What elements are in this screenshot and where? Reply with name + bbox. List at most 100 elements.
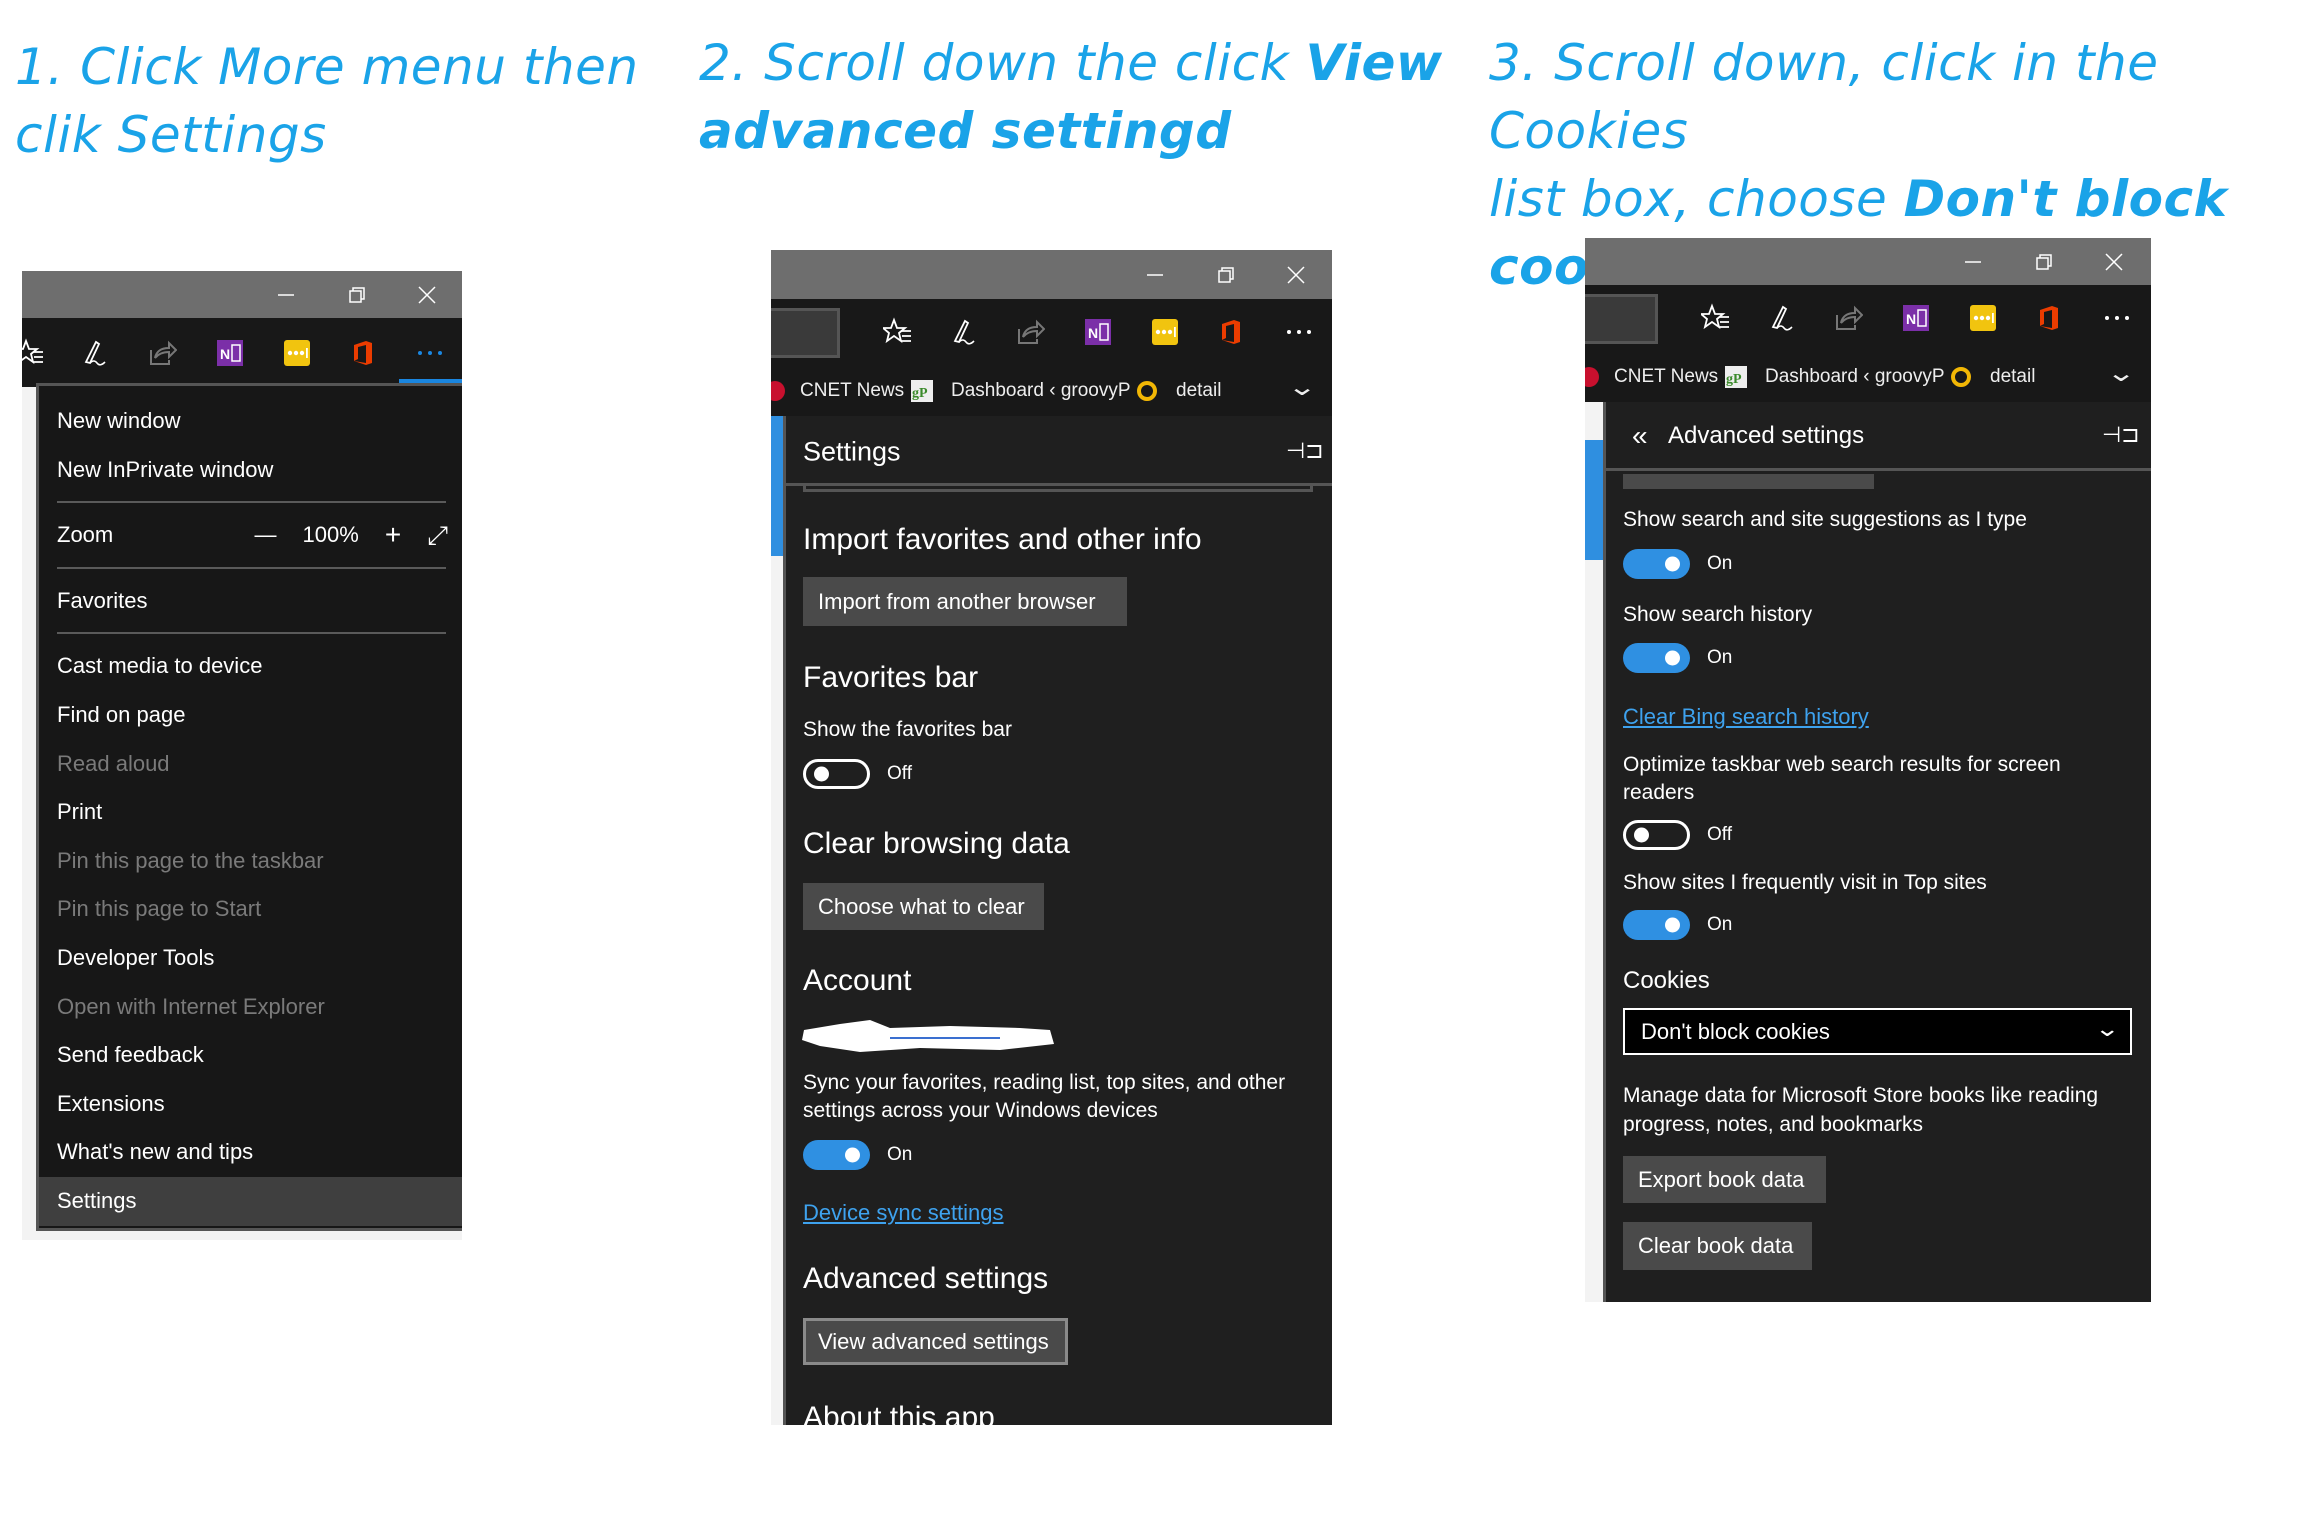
web-note-pen-icon[interactable] — [78, 336, 112, 370]
favorite-label: detail — [1176, 379, 1222, 401]
menu-item-settings[interactable]: Settings — [39, 1176, 462, 1226]
step-line: 1. Click More menu then — [15, 33, 639, 101]
view-advanced-settings-button[interactable]: View advanced settings — [803, 1318, 1068, 1365]
restore-icon[interactable] — [346, 284, 368, 306]
onenote-icon[interactable]: N — [1081, 315, 1115, 349]
menu-divider — [57, 632, 446, 635]
clear-bing-history-link[interactable]: Clear Bing search history — [1623, 704, 1869, 730]
sync-toggle[interactable] — [803, 1140, 870, 1170]
close-icon[interactable] — [1285, 264, 1307, 286]
menu-item: Pin this page to Start — [57, 896, 262, 922]
norton-icon — [1136, 380, 1158, 402]
menu-divider — [57, 501, 446, 504]
import-heading: Import favorites and other info — [803, 523, 1202, 556]
title-bar — [1585, 238, 2151, 285]
favbar-label: Show the favorites bar — [803, 718, 1012, 741]
zoom-in-button[interactable]: + — [385, 511, 401, 560]
onenote-icon[interactable]: N — [213, 336, 247, 370]
step-1-instruction: 1. Click More menu then clik Settings — [15, 33, 639, 169]
toolbar: N — [22, 318, 462, 387]
menu-item[interactable]: Find on page — [39, 691, 462, 740]
title-bar — [771, 250, 1332, 299]
minimize-icon[interactable] — [275, 284, 297, 306]
lastpass-icon[interactable] — [1148, 315, 1182, 349]
share-icon[interactable] — [1831, 301, 1865, 335]
browser-window-settings: N CNET News gP Dashboard ‹ groovyP detail ⌄ … — [771, 250, 1332, 1425]
more-dots-icon[interactable] — [1282, 315, 1316, 349]
office-icon[interactable] — [346, 336, 380, 370]
lastpass-icon[interactable] — [280, 336, 314, 370]
step-text: clik Settings — [15, 106, 327, 164]
favorite-label: Dashboard ‹ groovyP — [1765, 365, 1945, 387]
device-sync-link[interactable]: Device sync settings — [803, 1200, 1004, 1226]
browser-window-menu: N New window New InPrivate window Zoom — … — [22, 271, 462, 1240]
history-label: Show search history — [1623, 603, 1813, 626]
menu-item[interactable]: Developer Tools — [39, 934, 462, 983]
fullscreen-expand-icon[interactable]: ⤢ — [427, 511, 448, 560]
restore-icon[interactable] — [1215, 264, 1237, 286]
pane-title: Settings — [803, 436, 901, 467]
menu-item[interactable]: New window — [39, 397, 462, 446]
step-text: 1. Click More menu then — [15, 38, 639, 96]
menu-item-zoom: Zoom — 100% + ⤢ — [39, 511, 462, 560]
restore-icon[interactable] — [2033, 251, 2055, 273]
choose-what-to-clear-button[interactable]: Choose what to clear — [803, 883, 1044, 930]
topsites-toggle[interactable] — [1623, 910, 1690, 940]
advanced-settings-pane: « Advanced settings ⊣⊐ Show search and s… — [1603, 402, 2151, 1302]
close-icon[interactable] — [416, 284, 438, 306]
more-dots-icon[interactable] — [2100, 301, 2134, 335]
cookies-select-value: Don't block cookies — [1641, 1018, 1830, 1044]
share-icon[interactable] — [145, 336, 179, 370]
share-icon[interactable] — [1013, 315, 1047, 349]
menu-item[interactable]: Cast media to device — [39, 642, 462, 691]
history-toggle[interactable] — [1623, 643, 1690, 673]
favbar-toggle-state: Off — [887, 763, 912, 784]
zoom-out-button[interactable]: — — [255, 511, 277, 560]
more-dots-icon[interactable] — [413, 336, 447, 370]
favorite-label: Dashboard ‹ groovyP — [951, 379, 1131, 401]
svg-text:gP: gP — [1726, 372, 1742, 387]
back-chevron-icon[interactable]: « — [1632, 420, 1648, 452]
optimize-toggle[interactable] — [1623, 820, 1690, 850]
cnet-icon — [1585, 366, 1600, 388]
address-bar[interactable] — [771, 308, 840, 358]
export-book-data-button[interactable]: Export book data — [1623, 1156, 1826, 1203]
svg-text:gP: gP — [912, 386, 928, 401]
web-note-pen-icon[interactable] — [947, 315, 981, 349]
favorites-hub-icon[interactable] — [881, 315, 915, 349]
menu-item: Open with Internet Explorer — [57, 993, 325, 1019]
favorites-hub-icon[interactable] — [1699, 301, 1733, 335]
menu-item[interactable]: New InPrivate window — [39, 446, 462, 495]
onenote-icon[interactable]: N — [1899, 301, 1933, 335]
office-icon[interactable] — [1214, 315, 1248, 349]
clear-book-data-button[interactable]: Clear book data — [1623, 1222, 1812, 1270]
menu-item[interactable]: What's new and tips — [39, 1128, 462, 1177]
favorites-hub-icon[interactable] — [22, 336, 47, 370]
menu-item[interactable]: Print — [39, 788, 462, 837]
menu-item[interactable]: Send feedback — [39, 1031, 462, 1080]
cookies-select[interactable]: Don't block cookies ⌄ — [1623, 1008, 2132, 1055]
office-icon[interactable] — [2032, 301, 2066, 335]
pin-icon[interactable]: ⊣⊐ — [1286, 438, 1324, 464]
import-button[interactable]: Import from another browser — [803, 577, 1127, 626]
minimize-icon[interactable] — [1144, 264, 1166, 286]
menu-item-favorites[interactable]: Favorites — [39, 577, 462, 626]
suggest-toggle[interactable] — [1623, 549, 1690, 579]
books-text-line-2: progress, notes, and bookmarks — [1623, 1113, 1923, 1136]
chevron-down-icon[interactable]: ⌄ — [2106, 359, 2136, 388]
menu-item[interactable]: Extensions — [39, 1080, 462, 1129]
minimize-icon[interactable] — [1962, 251, 1984, 273]
change-search-engine-button[interactable] — [1623, 474, 1874, 489]
favorites-bar: CNET News gP Dashboard ‹ groovyP detail ⌄ — [1585, 351, 2151, 402]
favbar-toggle[interactable] — [803, 759, 870, 789]
pin-icon[interactable]: ⊣⊐ — [2102, 422, 2140, 448]
redacted-account — [802, 1020, 1054, 1052]
web-note-pen-icon[interactable] — [1765, 301, 1799, 335]
optimize-label-line-2: readers — [1623, 781, 1695, 804]
lastpass-icon[interactable] — [1966, 301, 2000, 335]
favorite-label: CNET News — [800, 379, 905, 401]
address-bar[interactable] — [1585, 294, 1658, 344]
favbar-heading: Favorites bar — [803, 661, 979, 694]
close-icon[interactable] — [2103, 251, 2125, 273]
chevron-down-icon[interactable]: ⌄ — [1287, 373, 1317, 402]
